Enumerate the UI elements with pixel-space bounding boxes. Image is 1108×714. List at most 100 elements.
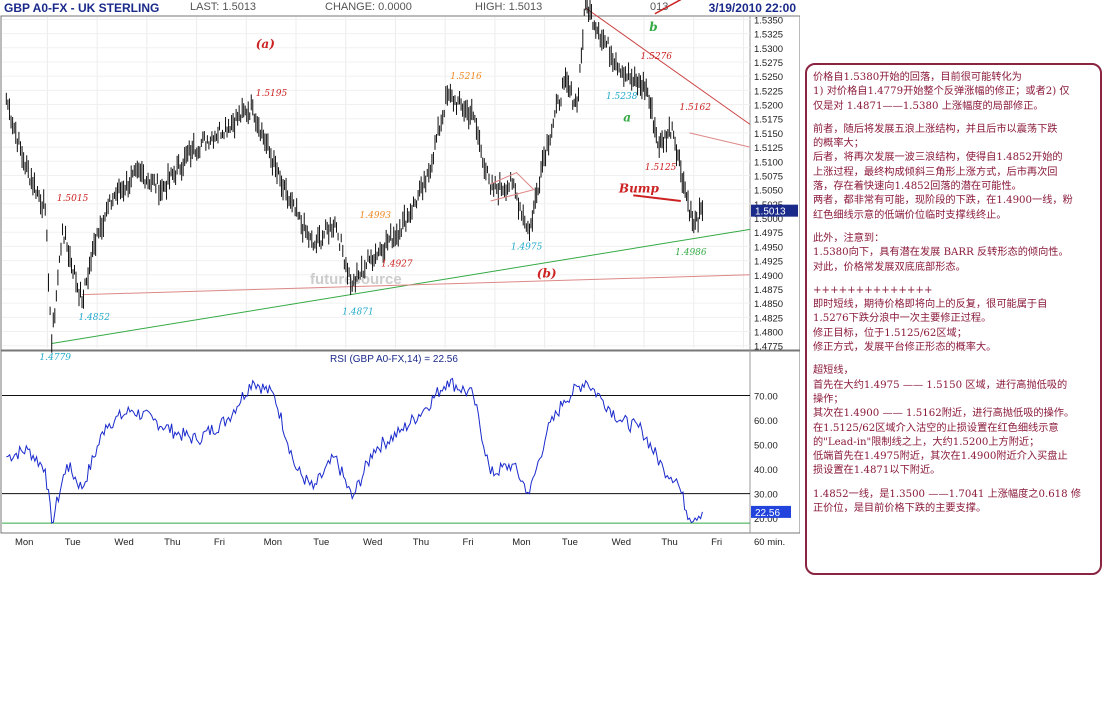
chart-area: GBP A0-FX - UK STERLING LAST: 1.5013 CHA… bbox=[0, 0, 800, 552]
wave-label: 1.5216 bbox=[450, 72, 482, 82]
x-tick-label: Tue bbox=[562, 537, 578, 548]
y-tick-label: 1.5250 bbox=[754, 72, 783, 83]
price-rsi-chart: 1.5350 1.5325 1.5300 1.5275 1.5250 1.5225 1.52… bbox=[0, 0, 800, 548]
wave-label: 1.4986 bbox=[675, 248, 707, 258]
y-tick-label: 1.4850 bbox=[754, 299, 783, 310]
lead-in-arrow bbox=[654, 0, 682, 15]
commentary-line: 损设置在1.4871以下附近。 bbox=[813, 465, 941, 477]
y-tick-label: 1.5350 bbox=[754, 15, 783, 26]
x-tick-label: Fri bbox=[711, 537, 722, 548]
y-tick-label: 1.5200 bbox=[754, 101, 783, 112]
wave-label: a bbox=[623, 111, 631, 125]
y-tick-label: 1.4875 bbox=[754, 285, 783, 296]
commentary-gap bbox=[813, 114, 1096, 123]
x-tick-label: Thu bbox=[164, 537, 180, 548]
y-tick-label: 1.4825 bbox=[754, 313, 783, 324]
commentary-line: 仅是对 1.4871——1.5380 上涨幅度的局部修正。 bbox=[813, 100, 1044, 112]
wave-label: 1.4852 bbox=[78, 313, 110, 323]
commentary-line: 两者，都非常有可能，现阶段的下跌，在1.4900一线，粉 bbox=[813, 195, 1073, 207]
commentary-line: 正价位，是目前价格下跌的主要支撑。 bbox=[813, 503, 987, 515]
rsi-y-tick-label: 50.00 bbox=[754, 441, 778, 452]
y-tick-label: 1.4775 bbox=[754, 342, 783, 353]
rsi-value-badge-label: 22.56 bbox=[755, 508, 780, 519]
wave-label: 1.4975 bbox=[511, 242, 543, 252]
rsi-panel bbox=[0, 350, 800, 534]
y-tick-label: 1.5300 bbox=[754, 44, 783, 55]
commentary-line: 1.4852一线，是1.3500 ——1.7041 上涨幅度之0.618 修 bbox=[813, 488, 1082, 500]
rsi-y-tick-label: 70.00 bbox=[754, 391, 778, 402]
wave-label: (b) bbox=[537, 267, 557, 281]
commentary-line: 对此，价格常发展双底底部形态。 bbox=[813, 261, 966, 273]
commentary-line: 1.5380向下，具有潜在发展 BARR 反转形态的倾向性。 bbox=[813, 247, 1069, 259]
rsi-y-tick-label: 60.00 bbox=[754, 416, 778, 427]
x-tick-label: Thu bbox=[661, 537, 677, 548]
x-tick-label: Wed bbox=[612, 537, 631, 548]
y-tick-label: 1.4975 bbox=[754, 228, 783, 239]
commentary-gap bbox=[813, 479, 1096, 488]
rsi-title: RSI (GBP A0-FX,14) = 22.56 bbox=[330, 354, 458, 365]
timeframe-label: 60 min. bbox=[754, 537, 785, 548]
y-tick-label: 1.5100 bbox=[754, 157, 783, 168]
y-tick-label: 1.4900 bbox=[754, 271, 783, 282]
wave-label: 1.5162 bbox=[679, 103, 711, 113]
commentary-line: 前者，随后将发展五浪上涨结构，并且后市以震荡下跌 bbox=[813, 123, 1058, 135]
commentary-line: 低端首先在1.4975附近，其次在1.4900附近介入买盘止 bbox=[813, 451, 1068, 463]
wave-label: 1.4993 bbox=[360, 211, 392, 221]
commentary-line: 1.5276下跌分浪中一次主要修正过程。 bbox=[813, 313, 992, 325]
commentary-line: 价格自1.5380开始的回落，目前很可能转化为 bbox=[813, 72, 1022, 83]
x-tick-label: Fri bbox=[462, 537, 473, 548]
x-tick-label: Tue bbox=[313, 537, 329, 548]
commentary-line: 即时短线，期待价格即将向上的反复，很可能属于自 bbox=[813, 299, 1048, 311]
commentary-line: 超短线， bbox=[813, 365, 854, 377]
wave-label: b bbox=[649, 20, 657, 34]
commentary-gap bbox=[813, 355, 1096, 364]
wave-label: 1.4871 bbox=[342, 308, 374, 318]
commentary-gap bbox=[813, 275, 1096, 284]
wave-label: 1.5238 bbox=[606, 92, 638, 102]
commentary-line: 其次在1.4900 —— 1.5162附近，进行高抛低吸的操作。 bbox=[813, 408, 1075, 420]
y-tick-label: 1.5275 bbox=[754, 58, 783, 69]
commentary-line: 的概率大； bbox=[813, 138, 864, 150]
y-tick-label: 1.5125 bbox=[754, 143, 783, 154]
commentary-line: 修正目标，位于1.5125/62区域； bbox=[813, 327, 967, 339]
y-tick-label: 1.5175 bbox=[754, 115, 783, 126]
commentary-line: 操作； bbox=[813, 393, 844, 405]
y-tick-label: 1.5225 bbox=[754, 86, 783, 97]
y-tick-label: 1.4950 bbox=[754, 242, 783, 253]
commentary-line: 此外，注意到： bbox=[813, 232, 885, 244]
y-tick-label: 1.4925 bbox=[754, 257, 783, 268]
commentary-line: 的"Lead-in"限制线之上，大约1.5200上方附近； bbox=[813, 436, 1040, 448]
commentary-line: 修正方式，发展平台修正形态的概率大。 bbox=[813, 342, 997, 354]
commentary-line: 后者，将再次发展一波三浪结构，使得自1.4852开始的 bbox=[813, 152, 1063, 164]
wave-label: (a) bbox=[256, 37, 275, 51]
wave-label: 1.5195 bbox=[256, 89, 288, 99]
wave-label: 1.5015 bbox=[57, 194, 89, 204]
wave-label: 1.5125 bbox=[645, 163, 677, 173]
commentary-line: 首先在大约1.4975 —— 1.5150 区域，进行高抛低吸的 bbox=[813, 379, 1068, 391]
x-tick-label: Tue bbox=[65, 537, 81, 548]
x-tick-label: Wed bbox=[114, 537, 133, 548]
wave-label: Lead-in bbox=[704, 0, 756, 3]
y-tick-label: 1.5050 bbox=[754, 186, 783, 197]
x-tick-label: Fri bbox=[214, 537, 225, 548]
commentary-box: 价格自1.5380开始的回落，目前很可能转化为 1) 对价格自1.4779开始整个… bbox=[805, 63, 1102, 575]
x-tick-label: Wed bbox=[363, 537, 382, 548]
y-tick-label: 1.5150 bbox=[754, 129, 783, 140]
wave-label: 1.5276 bbox=[641, 52, 673, 62]
commentary-line: ++++++++++++++ bbox=[813, 284, 933, 296]
x-tick-label: Mon bbox=[264, 537, 282, 548]
rsi-y-tick-label: 30.00 bbox=[754, 490, 778, 501]
commentary-line: 1) 对价格自1.4779开始整个反弹涨幅的修正；或者2) 仅 bbox=[813, 86, 1070, 98]
x-tick-label: Mon bbox=[512, 537, 530, 548]
wave-label: 1.4927 bbox=[381, 259, 413, 269]
y-tick-label: 1.4800 bbox=[754, 328, 783, 339]
y-tick-label: 1.5325 bbox=[754, 30, 783, 41]
x-tick-label: Mon bbox=[15, 537, 33, 548]
last-price-badge-label: 1.5013 bbox=[755, 207, 786, 218]
commentary-line: 上涨过程，最终构成倾斜三角形上涨方式，后市再次回 bbox=[813, 166, 1058, 178]
commentary-line: 在1.5125/62区域介入沽空的止损设置在红色细线示意 bbox=[813, 422, 1059, 434]
rsi-y-tick-label: 40.00 bbox=[754, 465, 778, 476]
y-tick-label: 1.5075 bbox=[754, 171, 783, 182]
x-tick-label: Thu bbox=[413, 537, 429, 548]
commentary-gap bbox=[813, 223, 1096, 232]
